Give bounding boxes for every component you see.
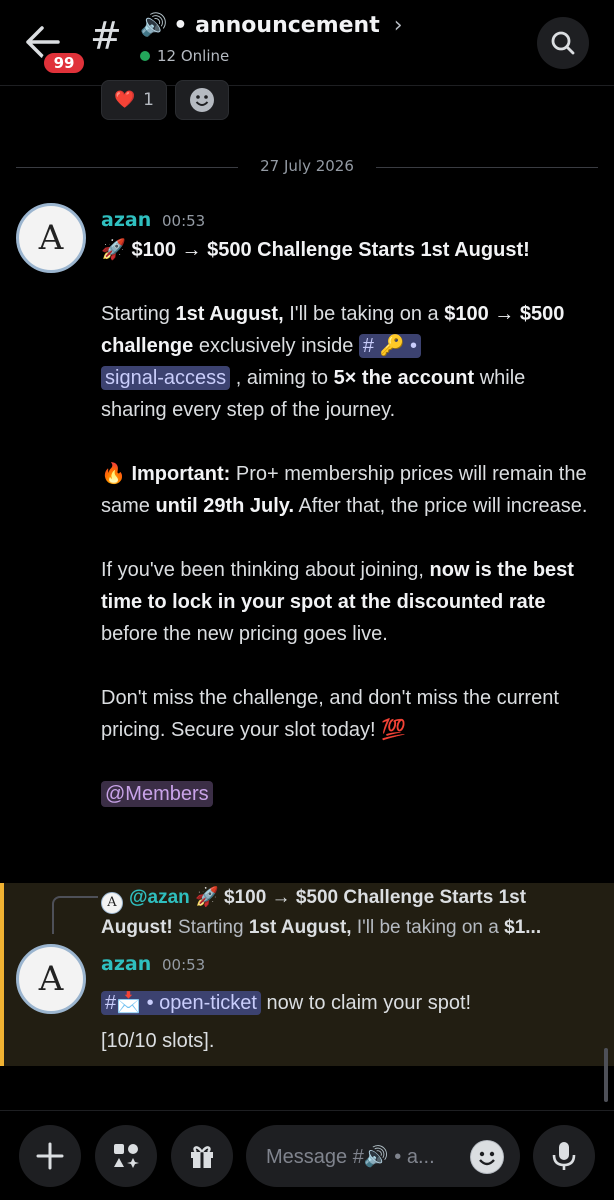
gift-button[interactable] (171, 1125, 233, 1187)
gift-icon (191, 1146, 213, 1168)
scrollbar[interactable] (604, 1048, 608, 1102)
smiley-icon (190, 88, 214, 112)
paragraph-2: 🔥 Important: Pro+ membership prices will… (101, 463, 588, 517)
add-attachment-button[interactable] (19, 1125, 81, 1187)
heart-emoji: ❤️ (114, 90, 136, 110)
channel-link-signal-access[interactable]: # 🔑 • (358, 334, 422, 358)
chevron-right-icon: › (393, 13, 403, 38)
reaction-heart[interactable]: ❤️ 1 (101, 80, 167, 120)
plus-icon (36, 1142, 64, 1170)
channel-header: 99 # 🔊 • announcement › 12 Online (0, 0, 614, 86)
message-content: 🚀 $100 → $500 Challenge Starts 1st Augus… (101, 234, 591, 810)
members-mention[interactable]: @Members (101, 781, 213, 807)
speaker-emoji: 🔊 (140, 13, 168, 38)
voice-message-button[interactable] (533, 1125, 595, 1187)
channel-hash-icon: # (90, 14, 122, 58)
avatar[interactable]: A (16, 944, 86, 1014)
online-count: 12 Online (157, 47, 230, 65)
channel-link-open-ticket[interactable]: #📩 • open-ticket (101, 991, 261, 1015)
search-icon (551, 31, 575, 55)
channel-link-signal-access-name[interactable]: signal-access (101, 366, 231, 390)
message-timestamp: 00:53 (162, 212, 206, 230)
paragraph-4: Don't miss the challenge, and don't miss… (101, 687, 559, 741)
date-divider: 27 July 2026 (16, 157, 598, 177)
avatar[interactable]: A (16, 203, 86, 273)
message-author[interactable]: azan (101, 953, 151, 975)
reaction-count: 1 (143, 90, 154, 110)
paragraph-3: If you've been thinking about joining, n… (101, 559, 574, 645)
channel-name: • announcement (173, 13, 380, 38)
message-title: 🚀 $100 → $500 Challenge Starts 1st Augus… (101, 239, 530, 261)
channel-title[interactable]: 🔊 • announcement › (140, 13, 403, 38)
emoji-picker-button[interactable] (470, 1140, 504, 1174)
microphone-icon (552, 1142, 576, 1170)
date-label: 27 July 2026 (260, 157, 354, 175)
online-status: 12 Online (140, 47, 229, 65)
reactions-row: ❤️ 1 (101, 80, 229, 120)
paragraph-1: Starting 1st August, I'll be taking on a… (101, 303, 565, 421)
message-timestamp: 00:53 (162, 956, 206, 974)
message-content: #📩 • open-ticket now to claim your spot!… (101, 991, 472, 1052)
mini-avatar: A (101, 892, 123, 914)
fire-emoji: 🔥 (101, 463, 126, 485)
add-reaction-button[interactable] (175, 80, 229, 120)
apps-button[interactable] (95, 1125, 157, 1187)
unread-badge: 99 (41, 50, 87, 76)
rocket-emoji: 🚀 (101, 239, 126, 261)
message-author[interactable]: azan (101, 209, 151, 231)
divider-line-right (376, 167, 598, 168)
online-dot-icon (140, 51, 150, 61)
smiley-icon (471, 1141, 503, 1173)
apps-icon (114, 1144, 139, 1168)
reply-preview[interactable]: A @azan 🚀 $100 → $500 Challenge Starts 1s… (101, 884, 591, 942)
mention-line: @Members (101, 778, 591, 810)
search-button[interactable] (537, 17, 589, 69)
reply-connector (52, 896, 98, 934)
highlight-bar (0, 883, 4, 1066)
